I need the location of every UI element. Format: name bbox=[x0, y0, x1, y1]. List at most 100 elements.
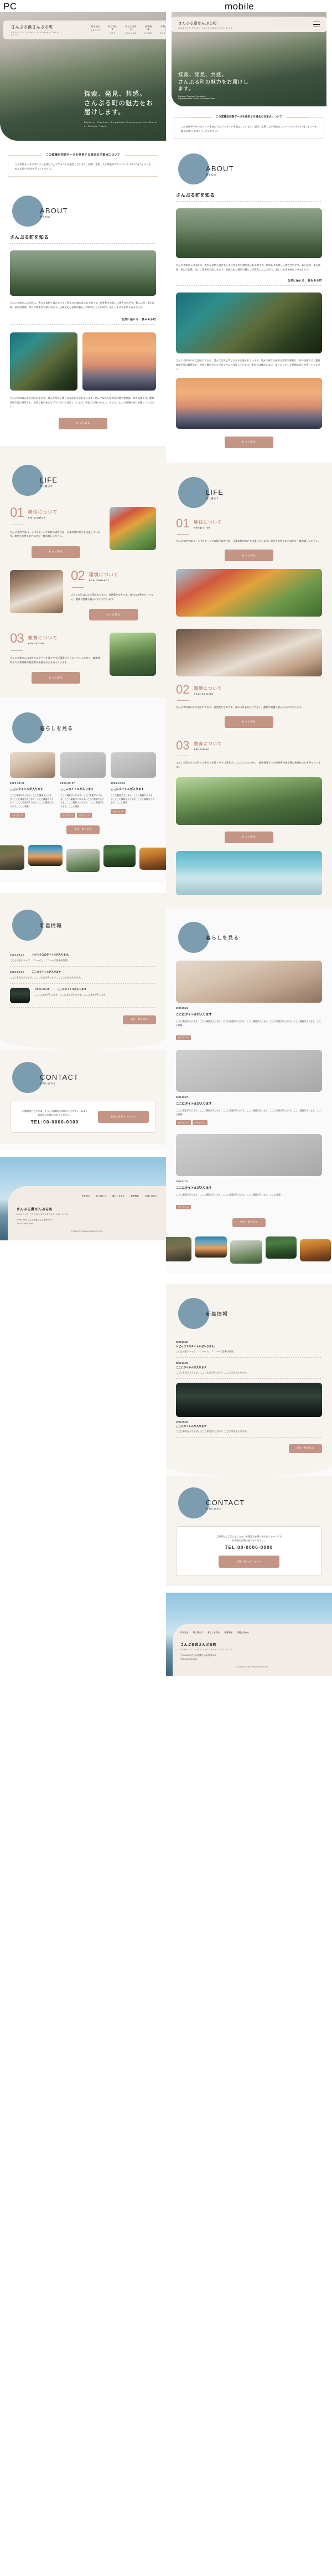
mobile-footer-nav-column[interactable]: 暮らしを見る bbox=[208, 1631, 220, 1634]
mobile-news-item[interactable]: 2023.09.22 トピックスのタイトルが入ります。 この上で右クリック -「… bbox=[176, 1337, 322, 1357]
footer-tel[interactable]: TEL:00-0000-0000 bbox=[17, 1223, 157, 1225]
mobile-news-item-title: ここにタイトルが入ります bbox=[176, 1424, 207, 1428]
column-card-tag[interactable]: カテゴリーC bbox=[76, 812, 92, 818]
mobile-life-item-button[interactable]: もっと知る bbox=[225, 550, 273, 562]
mobile-footer-nav-contact[interactable]: お問い合わせ bbox=[237, 1631, 249, 1634]
column-card-excerpt: ここに概要が入ります。ここに概要が入ります。ここに概要が入ります。ここに概要が入… bbox=[10, 794, 54, 808]
nav-label-ja: お問い合わせ bbox=[160, 25, 166, 30]
life-item-button[interactable]: もっと知る bbox=[89, 609, 138, 621]
mobile-hero-line-2: さんぷる町の魅力をお届けし bbox=[178, 79, 249, 85]
news-item[interactable]: 2023.09.05 ここにタイトルが入ります ここに本文が入ります。ここに本文… bbox=[10, 967, 156, 983]
mobile-about-caption: 自然に触れる、恵みある町 bbox=[287, 279, 322, 283]
hero-line-2: さんぷる町の魅力をお bbox=[84, 100, 153, 107]
footer-nav-contact[interactable]: お問い合わせ bbox=[145, 1195, 157, 1198]
about-more-button[interactable]: もっと知る bbox=[59, 417, 107, 429]
mobile-column-card-tag[interactable]: カテゴリーA bbox=[176, 1035, 191, 1040]
mobile-column-card[interactable]: 2023.08.21 ここにタイトルが入ります ここに概要が入ります。ここに概要… bbox=[176, 960, 322, 1041]
nav-item-contact[interactable]: お問い合わせ CONTACT bbox=[160, 25, 166, 34]
mobile-about-circle-decor bbox=[178, 153, 209, 185]
nav-item-column[interactable]: 暮らしを見る COLUMN bbox=[125, 25, 137, 34]
mobile-news-item[interactable]: 2023.08.18 ここにタイトルが入ります ここに本文が入ります。ここに本文… bbox=[176, 1379, 322, 1437]
column-card-tag[interactable]: カテゴリーA bbox=[111, 809, 126, 814]
mobile-about-heading: ABOUT 町を知る bbox=[178, 153, 332, 185]
mobile-site-logo[interactable]: さんぷる県さんぷる町 SAMPLE TOWN INFORMATION SITE bbox=[178, 20, 233, 29]
mobile-column-card[interactable]: 2023.07.11 ここにタイトルが入ります ここに概要が入ります。ここに概要… bbox=[176, 1133, 322, 1210]
footer-nav: 町を知る 町に暮らす 暮らしを見る 新着情報 お問い合わせ bbox=[17, 1195, 157, 1198]
mobile-life-item-body: さんぷる県さんぷる町では子どもを育てやすい環境づくりにとりくんでおり、義務教育ま… bbox=[176, 761, 321, 769]
mobile-column-card-tag[interactable]: カテゴリーA bbox=[176, 1120, 191, 1125]
mobile-notice-box: この業種別初期データを使用する場合の注意点について この初期データではサイト全体… bbox=[174, 115, 324, 140]
column-card[interactable]: 2023.07.11 ここにタイトルが入ります ここに概要が入ります。ここに概要… bbox=[111, 752, 156, 818]
life-circle-decor bbox=[12, 464, 43, 496]
mobile-footer-section: 町を知る 町に暮らす 暮らしを見る 新着情報 お問い合わせ さんぷる県さんぷる町… bbox=[166, 1593, 332, 1676]
footer-nav-about[interactable]: 町を知る bbox=[82, 1195, 90, 1198]
column-card-excerpt: ここに概要が入ります。ここに概要が入ります。ここに概要が入ります。ここに概要が入… bbox=[111, 794, 154, 804]
nav-item-news[interactable]: 新着情報 NEWS bbox=[144, 25, 153, 34]
column-card[interactable]: 2023.08.21 ここにタイトルが入ります ここに概要が入ります。ここに概要… bbox=[10, 752, 55, 818]
life-section: LIFE 町に暮らす 01 移住について emigration さんぷる町ではI… bbox=[0, 445, 166, 699]
mobile-column-card-title: ここにタイトルが入ります bbox=[176, 1186, 212, 1190]
footer-nav-column[interactable]: 暮らしを見る bbox=[112, 1195, 124, 1198]
site-logo[interactable]: さんぷる県さんぷる町 SAMPLE TOWN INFORMATION SITE bbox=[11, 24, 66, 36]
mobile-news-item-title: トピックスのタイトルが入ります。 bbox=[176, 1345, 216, 1348]
contact-form-button[interactable]: お問い合わせフォーム bbox=[98, 1111, 149, 1123]
mobile-footer-tel[interactable]: TEL:00-0000-0000 bbox=[180, 1658, 324, 1660]
life-item-button[interactable]: もっと知る bbox=[32, 546, 80, 558]
mobile-contact-phone[interactable]: TEL:00-0000-0000 bbox=[183, 1545, 315, 1550]
footer-nav-life[interactable]: 町に暮らす bbox=[96, 1195, 106, 1198]
life-title-en: LIFE bbox=[40, 475, 58, 484]
life-item-03: 03 教育について education さんぷる県さんぷる町では子どもを育てやす… bbox=[10, 632, 156, 684]
column-card-tag[interactable]: カテゴリーA bbox=[10, 812, 25, 818]
mobile-life-item-button[interactable]: もっと知る bbox=[225, 716, 273, 728]
mobile-column-card-title: ここにタイトルが入ります bbox=[176, 1102, 212, 1106]
mobile-contact-heading: CONTACT お問い合わせ bbox=[178, 1487, 332, 1518]
mobile-column-card-tag[interactable]: カテゴリーA bbox=[176, 1204, 191, 1209]
mobile-gallery-image bbox=[230, 1240, 262, 1264]
mobile-news-archive-button[interactable]: 過去一覧を見る bbox=[289, 1444, 322, 1453]
nav-item-life[interactable]: 町に暮らす LIFE bbox=[107, 25, 118, 34]
column-card[interactable]: 2023.08.07 ここにタイトルが入ります ここに概要が入ります。ここに概要… bbox=[60, 752, 106, 818]
mobile-footer-address: 〒000-0000 さんぷる県さんぷる町0-0-0 bbox=[180, 1654, 216, 1657]
nav-item-about[interactable]: 町を知る ABOUT bbox=[91, 25, 101, 34]
mobile-logo-title-ja: さんぷる県さんぷる町 bbox=[178, 21, 217, 25]
about-image-1 bbox=[10, 250, 156, 296]
mobile-about-title-ja: 町を知る bbox=[206, 173, 217, 177]
mobile-news-title: 新着情報 bbox=[206, 1311, 229, 1317]
mobile-column-card-title: ここにタイトルが入ります bbox=[176, 1013, 212, 1017]
mobile-footer-nav-news[interactable]: 新着情報 bbox=[224, 1631, 232, 1634]
mobile-hero-sub-2: Experience the Charm of Sample Town. bbox=[178, 98, 215, 100]
gallery-image bbox=[0, 845, 24, 870]
news-item[interactable]: 2023.09.22 トピックスのタイトルが入ります。 この上で右クリック -「… bbox=[10, 950, 156, 966]
footer-nav-news[interactable]: 新着情報 bbox=[131, 1195, 139, 1198]
life-item-button[interactable]: もっと知る bbox=[32, 672, 80, 684]
mobile-label: mobile bbox=[225, 1, 255, 12]
news-item[interactable]: 2023.08.18 ここにタイトルが入ります ここに本文が入ります。ここに本文… bbox=[10, 984, 156, 1007]
mobile-news-item-date: 2023.09.22 bbox=[176, 1340, 188, 1343]
mobile-footer-brand-ja: さんぷる県さんぷる町 bbox=[180, 1644, 217, 1648]
mobile-life-item-button[interactable]: もっと知る bbox=[225, 831, 273, 843]
mobile-news-item[interactable]: 2023.09.05 ここにタイトルが入ります ここに本文が入ります。ここに本文… bbox=[176, 1358, 322, 1378]
footer-address: 〒000-0000 さんぷる県さんぷる町0-0-0 bbox=[17, 1219, 53, 1222]
footer-copyright: ©︎ SAMPLE TOWN INFORMATION SITE bbox=[71, 1230, 103, 1233]
about-title-ja: 町を知る bbox=[40, 215, 51, 219]
column-card-tag[interactable]: カテゴリーA bbox=[60, 812, 75, 818]
mobile-life-item-title-ja: 教育について bbox=[194, 741, 222, 747]
mobile-about-body-2: さんぷる町は山々に囲まれており、澄んだ空気と清らかな水に恵まれています。地元で採… bbox=[176, 359, 320, 371]
contact-phone[interactable]: TEL:00-0000-0000 bbox=[17, 1120, 92, 1125]
mobile-column-archive-button[interactable]: 過去一覧を見る bbox=[232, 1218, 266, 1227]
mobile-column-card-tag[interactable]: カテゴリーC bbox=[192, 1120, 208, 1125]
mobile-about-more-button[interactable]: もっと知る bbox=[225, 436, 273, 448]
news-item-image bbox=[10, 987, 30, 1003]
footer-brand-en: SAMPLE TOWN INFORMATION SITE bbox=[17, 1213, 69, 1216]
mobile-footer-nav-life[interactable]: 町に暮らす bbox=[193, 1631, 203, 1634]
column-card-image bbox=[60, 752, 106, 778]
hamburger-menu-icon[interactable] bbox=[313, 22, 320, 27]
contact-text-1: ご質問などございましたら、お電話かお問い合わせフォームより bbox=[22, 1109, 88, 1112]
mobile-footer-nav-about[interactable]: 町を知る bbox=[180, 1631, 189, 1634]
nav-label-en: COLUMN bbox=[125, 32, 137, 34]
mobile-contact-form-button[interactable]: お問い合わせフォーム bbox=[219, 1556, 279, 1568]
news-item-body: この上で右クリック -「ニュース」-「ニュース記事の削除」 bbox=[10, 958, 70, 962]
news-archive-button[interactable]: 過去一覧を見る bbox=[123, 1015, 156, 1024]
mobile-column-card[interactable]: 2023.08.07 ここにタイトルが入ります ここに概要が入ります。ここに概要… bbox=[176, 1049, 322, 1125]
column-archive-button[interactable]: 過去一覧を見る bbox=[66, 825, 100, 834]
